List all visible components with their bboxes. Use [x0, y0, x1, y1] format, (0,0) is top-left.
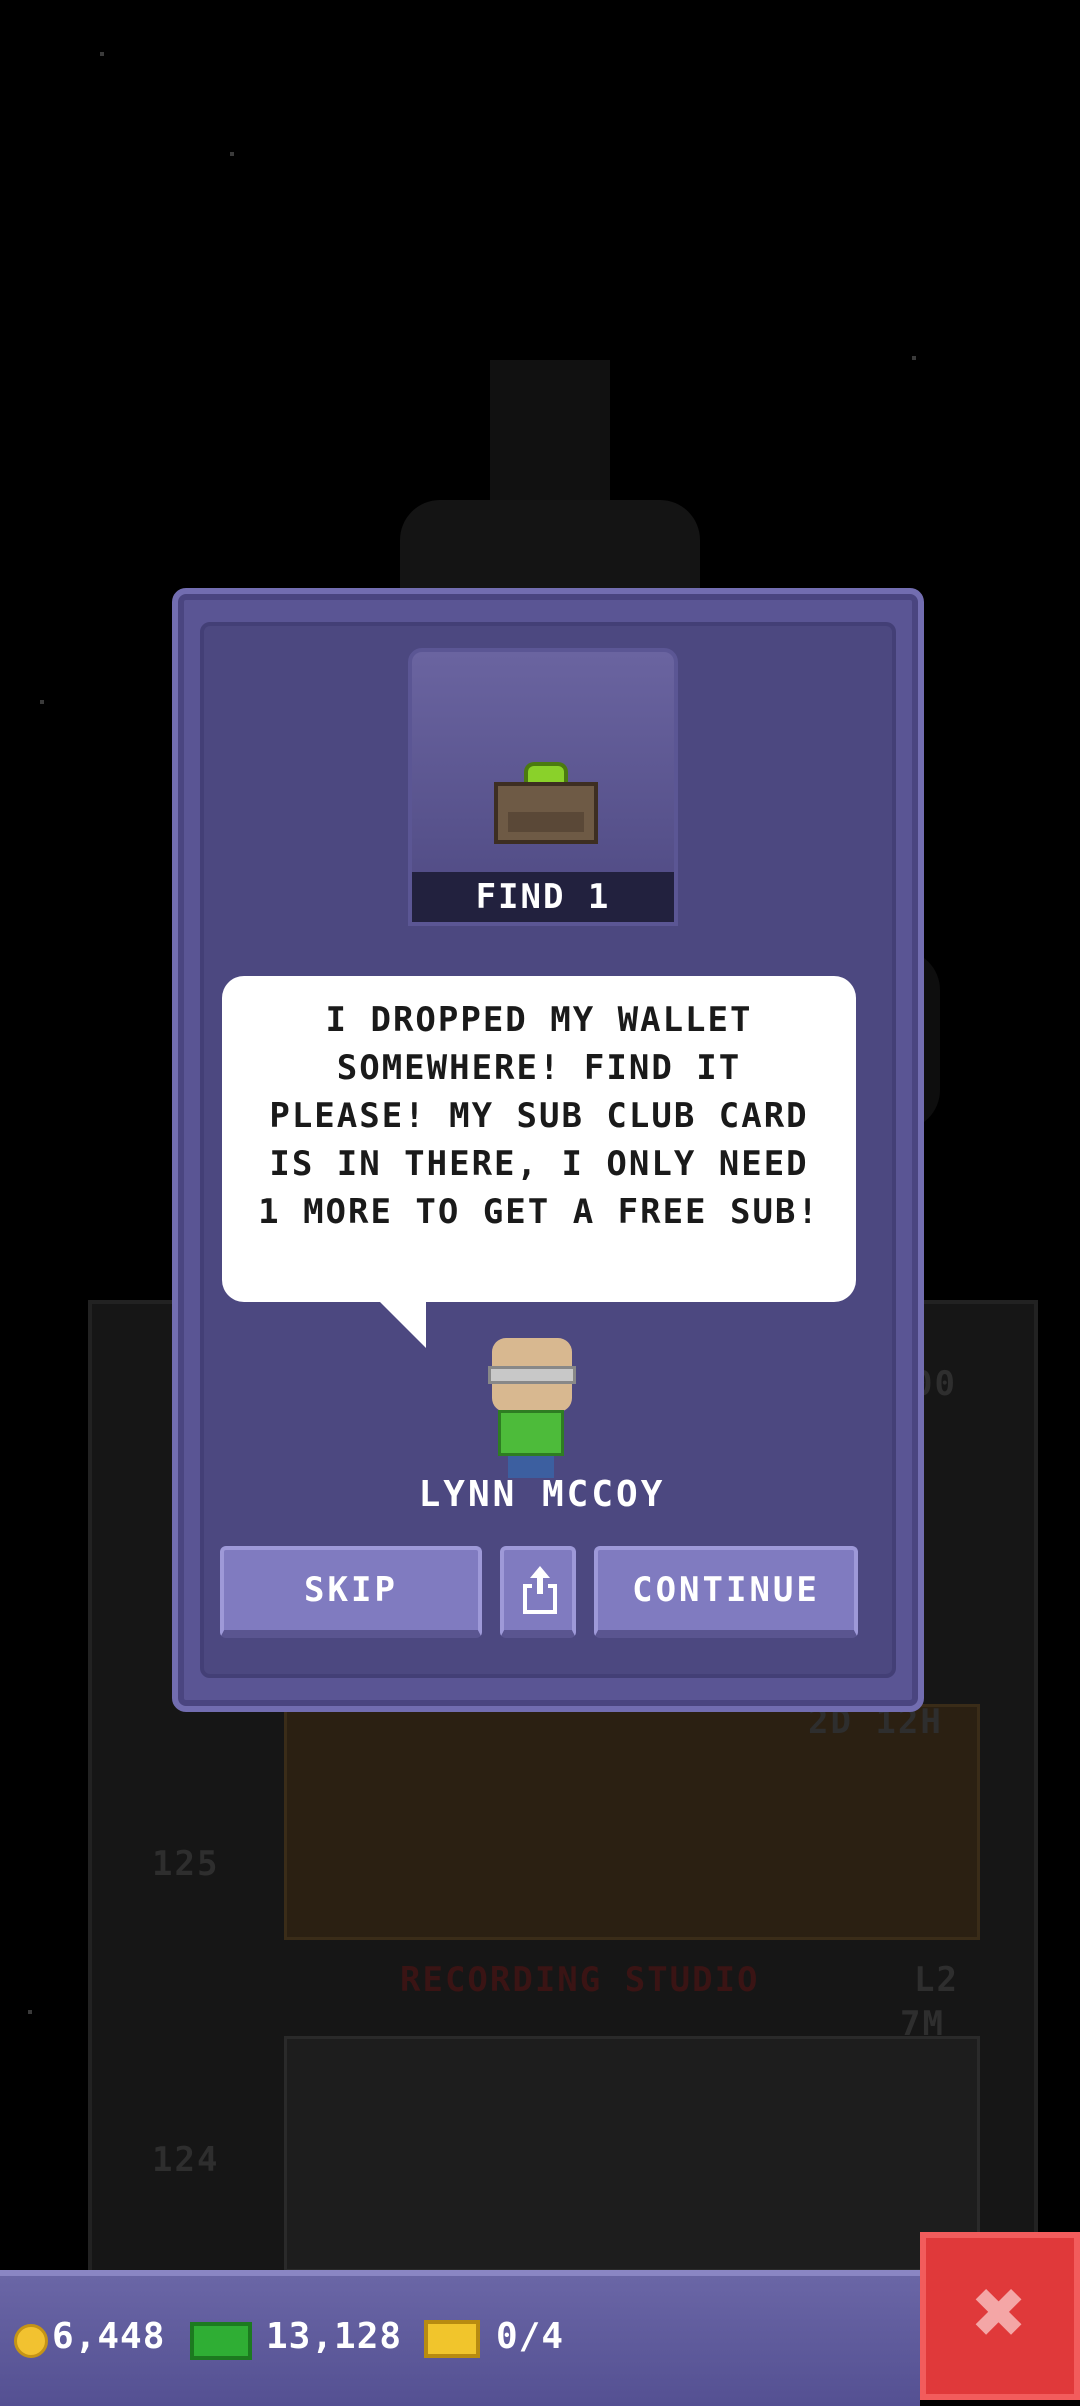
coin-icon: [14, 2324, 48, 2358]
tower-antenna: [490, 360, 610, 500]
star: [100, 52, 104, 56]
share-button[interactable]: [500, 1546, 576, 1638]
mission-item-card: FIND 1: [408, 648, 678, 926]
close-button[interactable]: ✖: [920, 2232, 1080, 2400]
mission-message: I DROPPED MY WALLET SOMEWHERE! FIND IT P…: [258, 1000, 820, 1232]
floor-2[interactable]: [284, 2036, 980, 2272]
star: [230, 152, 234, 156]
ticket-icon: [424, 2320, 480, 2358]
ticket-count: 0/4: [496, 2316, 565, 2357]
floor-name: RECORDING STUDIO: [400, 1960, 760, 2000]
floor-level: L2: [914, 1960, 959, 2000]
floor-value: 7M: [900, 2004, 945, 2044]
character-name: LYNN MCCOY: [418, 1474, 666, 1515]
find-count-label: FIND 1: [412, 872, 674, 922]
floor-number-lower: 124: [152, 2140, 220, 2180]
resource-bar: 6,448 13,128 0/4: [0, 2270, 920, 2406]
close-icon: ✖: [972, 2260, 1028, 2365]
coin-count: 6,448: [52, 2316, 166, 2357]
floor-number-upper: 125: [152, 1844, 220, 1884]
share-icon: [523, 1566, 557, 1614]
wallet-icon: [494, 762, 598, 844]
speech-bubble: I DROPPED MY WALLET SOMEWHERE! FIND IT P…: [222, 976, 856, 1302]
skip-button[interactable]: SKIP: [220, 1546, 482, 1638]
bux-icon: [190, 2322, 252, 2360]
character-avatar: [484, 1338, 584, 1478]
star: [912, 356, 916, 360]
tower-top: [400, 500, 700, 600]
continue-button[interactable]: CONTINUE: [594, 1546, 858, 1638]
speech-bubble-tail: [380, 1302, 426, 1348]
bux-count: 13,128: [266, 2316, 403, 2357]
star: [40, 700, 44, 704]
star: [28, 2010, 32, 2014]
